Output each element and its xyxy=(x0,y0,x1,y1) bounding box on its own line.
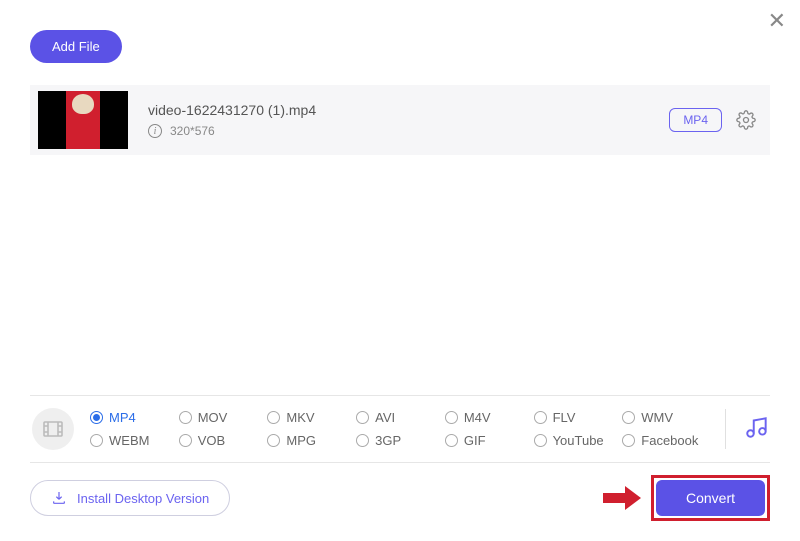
close-icon[interactable]: ✕ xyxy=(768,10,786,32)
install-desktop-label: Install Desktop Version xyxy=(77,491,209,506)
file-info: video-1622431270 (1).mp4 i 320*576 xyxy=(148,102,669,138)
radio-icon xyxy=(267,434,280,447)
video-thumbnail[interactable] xyxy=(38,91,128,149)
radio-icon xyxy=(267,411,280,424)
format-label: WMV xyxy=(641,410,673,425)
radio-icon xyxy=(90,434,103,447)
format-label: WEBM xyxy=(109,433,149,448)
format-option-youtube[interactable]: YouTube xyxy=(534,433,619,448)
format-option-facebook[interactable]: Facebook xyxy=(622,433,707,448)
formats-panel: MP4 MOV MKV AVI M4V FLV WMV WEBM VOB MPG 3GP GIF You… xyxy=(30,395,770,463)
format-option-flv[interactable]: FLV xyxy=(534,410,619,425)
bottom-bar: Install Desktop Version Convert xyxy=(30,475,770,521)
radio-icon xyxy=(534,434,547,447)
convert-highlight-box: Convert xyxy=(651,475,770,521)
format-option-mkv[interactable]: MKV xyxy=(267,410,352,425)
radio-icon xyxy=(179,434,192,447)
highlight-arrow-icon xyxy=(601,484,643,512)
radio-icon xyxy=(90,411,103,424)
format-label: MP4 xyxy=(109,410,136,425)
format-option-vob[interactable]: VOB xyxy=(179,433,264,448)
format-option-webm[interactable]: WEBM xyxy=(90,433,175,448)
radio-icon xyxy=(445,411,458,424)
info-icon[interactable]: i xyxy=(148,124,162,138)
file-name: video-1622431270 (1).mp4 xyxy=(148,102,669,118)
radio-icon xyxy=(622,434,635,447)
file-meta: i 320*576 xyxy=(148,124,669,138)
video-formats-icon[interactable] xyxy=(32,408,74,450)
format-option-mpg[interactable]: MPG xyxy=(267,433,352,448)
install-desktop-button[interactable]: Install Desktop Version xyxy=(30,480,230,516)
convert-button[interactable]: Convert xyxy=(656,480,765,516)
format-label: AVI xyxy=(375,410,395,425)
radio-icon xyxy=(356,434,369,447)
format-label: VOB xyxy=(198,433,225,448)
format-label: 3GP xyxy=(375,433,401,448)
file-resolution: 320*576 xyxy=(170,124,215,138)
format-label: FLV xyxy=(553,410,576,425)
format-option-m4v[interactable]: M4V xyxy=(445,410,530,425)
format-option-wmv[interactable]: WMV xyxy=(622,410,707,425)
divider xyxy=(725,409,726,449)
radio-icon xyxy=(534,411,547,424)
format-option-avi[interactable]: AVI xyxy=(356,410,441,425)
audio-formats-icon[interactable] xyxy=(744,414,770,445)
radio-icon xyxy=(445,434,458,447)
add-file-button[interactable]: Add File xyxy=(30,30,122,63)
format-label: GIF xyxy=(464,433,486,448)
format-option-3gp[interactable]: 3GP xyxy=(356,433,441,448)
format-label: YouTube xyxy=(553,433,604,448)
target-format-button[interactable]: MP4 xyxy=(669,108,722,132)
format-label: MPG xyxy=(286,433,316,448)
format-label: MKV xyxy=(286,410,314,425)
file-row: video-1622431270 (1).mp4 i 320*576 MP4 xyxy=(30,85,770,155)
format-option-gif[interactable]: GIF xyxy=(445,433,530,448)
radio-icon xyxy=(622,411,635,424)
format-option-mp4[interactable]: MP4 xyxy=(90,410,175,425)
format-label: Facebook xyxy=(641,433,698,448)
download-icon xyxy=(51,490,67,506)
format-label: M4V xyxy=(464,410,491,425)
format-label: MOV xyxy=(198,410,228,425)
radio-icon xyxy=(356,411,369,424)
format-option-mov[interactable]: MOV xyxy=(179,410,264,425)
radio-icon xyxy=(179,411,192,424)
settings-gear-icon[interactable] xyxy=(736,110,756,130)
